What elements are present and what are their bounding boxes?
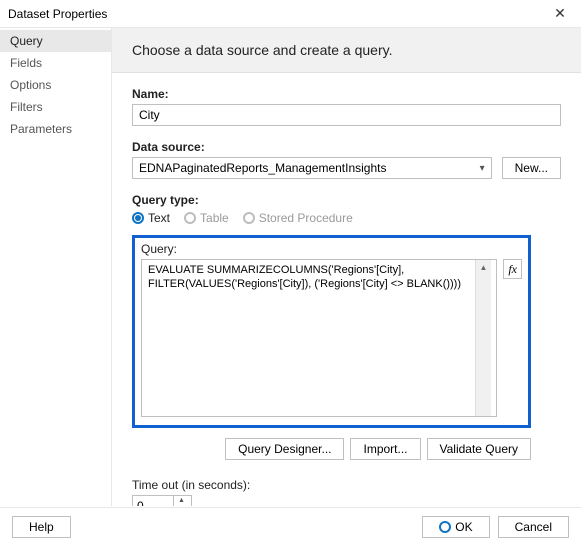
query-type-text-radio[interactable]: Text	[132, 211, 170, 225]
ok-ring-icon	[439, 521, 451, 533]
scrollbar[interactable]: ▲	[475, 260, 491, 416]
close-icon[interactable]: ✕	[547, 5, 573, 22]
sidebar-item-parameters[interactable]: Parameters	[0, 118, 111, 140]
cancel-button[interactable]: Cancel	[498, 516, 569, 538]
query-designer-button[interactable]: Query Designer...	[225, 438, 344, 460]
sidebar-item-query[interactable]: Query	[0, 30, 111, 52]
data-source-label: Data source:	[132, 140, 561, 154]
page-subheader: Choose a data source and create a query.	[112, 28, 581, 73]
sidebar-item-options[interactable]: Options	[0, 74, 111, 96]
ok-label: OK	[455, 520, 472, 534]
ok-button[interactable]: OK	[422, 516, 489, 538]
window-title: Dataset Properties	[8, 7, 547, 21]
radio-label: Stored Procedure	[259, 211, 353, 225]
radio-label: Table	[200, 211, 229, 225]
radio-label: Text	[148, 211, 170, 225]
spinner-up-icon[interactable]: ▲	[174, 496, 189, 506]
name-input[interactable]	[132, 104, 561, 126]
new-data-source-button[interactable]: New...	[502, 157, 561, 179]
chevron-down-icon: ▾	[480, 163, 485, 174]
import-button[interactable]: Import...	[350, 438, 420, 460]
help-button[interactable]: Help	[12, 516, 71, 538]
name-label: Name:	[132, 87, 561, 101]
data-source-value: EDNAPaginatedReports_ManagementInsights	[139, 161, 386, 175]
scroll-up-icon[interactable]: ▲	[476, 260, 491, 274]
timeout-input[interactable]	[133, 496, 173, 506]
data-source-dropdown[interactable]: EDNAPaginatedReports_ManagementInsights …	[132, 157, 492, 179]
timeout-spinner[interactable]: ▲ ▼	[132, 495, 192, 506]
sidebar-item-fields[interactable]: Fields	[0, 52, 111, 74]
query-textarea[interactable]	[141, 259, 497, 417]
query-type-stored-procedure-radio[interactable]: Stored Procedure	[243, 211, 353, 225]
timeout-label: Time out (in seconds):	[132, 478, 561, 492]
validate-query-button[interactable]: Validate Query	[427, 438, 532, 460]
query-label: Query:	[141, 242, 522, 256]
query-type-label: Query type:	[132, 193, 561, 207]
query-type-table-radio[interactable]: Table	[184, 211, 229, 225]
expression-fx-button[interactable]: fx	[503, 259, 522, 279]
sidebar: Query Fields Options Filters Parameters	[0, 28, 112, 506]
sidebar-item-filters[interactable]: Filters	[0, 96, 111, 118]
